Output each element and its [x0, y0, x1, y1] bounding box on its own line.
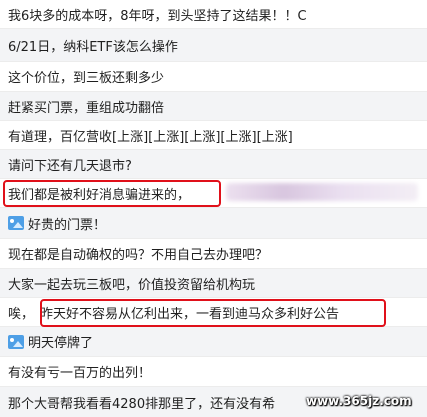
comment-row[interactable]: 这个价位，到三板还剩多少	[0, 61, 427, 91]
comment-text: 这个价位，到三板还剩多少	[8, 71, 165, 86]
image-emoji-icon	[8, 334, 24, 349]
comment-text: 我们都是被利好消息骗进来的，	[8, 187, 191, 203]
comment-text: 有没有亏一百万的出列！	[8, 366, 152, 381]
watermark: www.365jz.com	[306, 394, 412, 408]
comment-row[interactable]: 唉， 昨天好不容易从亿利出来，一看到迪马众多利好公告	[0, 297, 427, 326]
image-emoji-icon	[8, 216, 24, 230]
comment-text: 那个大哥帮我看看4280排那里了，还有没有希	[8, 396, 276, 412]
comment-text: 我6块多的成本呀，8年呀，到头坚持了这结果！！C	[8, 8, 307, 24]
comment-text: 6/21日，纳科ETF该怎么操作	[8, 39, 178, 55]
comment-text: 请问下还有几天退市?	[8, 158, 132, 174]
comment-text: 现在都是自动确权的吗？不用自己去办理吧？	[8, 248, 269, 263]
redacted-region	[226, 183, 418, 201]
comment-row[interactable]: 6/21日，纳科ETF该怎么操作	[0, 28, 427, 61]
comment-row[interactable]: 有道理，百亿营收[上涨][上涨][上涨][上涨][上涨]	[0, 120, 427, 149]
comment-row[interactable]: 请问下还有几天退市?	[0, 149, 427, 178]
comment-row[interactable]: 明天停牌了	[0, 326, 427, 356]
comment-text-highlighted: 昨天好不容易从亿利出来，一看到迪马众多利好公告	[40, 306, 340, 322]
comment-row[interactable]: 大家一起去玩三板吧，价值投资留给机构玩	[0, 268, 427, 297]
comment-row[interactable]: 赶紧买门票，重组成功翻倍	[0, 91, 427, 120]
comment-row[interactable]: 好贵的门票！	[0, 207, 427, 238]
comment-text: 好贵的门票！	[28, 217, 107, 233]
comment-text: 大家一起去玩三板吧，价值投资留给机构玩	[8, 277, 256, 293]
comment-text: 明天停牌了	[28, 336, 94, 351]
comment-feed: 我6块多的成本呀，8年呀，到头坚持了这结果！！C 6/21日，纳科ETF该怎么操…	[0, 0, 427, 417]
comment-row[interactable]: 我6块多的成本呀，8年呀，到头坚持了这结果！！C	[0, 0, 427, 28]
comment-row[interactable]: 有没有亏一百万的出列！	[0, 356, 427, 386]
comment-text: 唉，	[8, 306, 35, 322]
comment-row[interactable]: 现在都是自动确权的吗？不用自己去办理吧？	[0, 238, 427, 268]
comment-text: 赶紧买门票，重组成功翻倍	[8, 100, 165, 116]
comment-text: 有道理，百亿营收[上涨][上涨][上涨][上涨][上涨]	[8, 129, 293, 145]
